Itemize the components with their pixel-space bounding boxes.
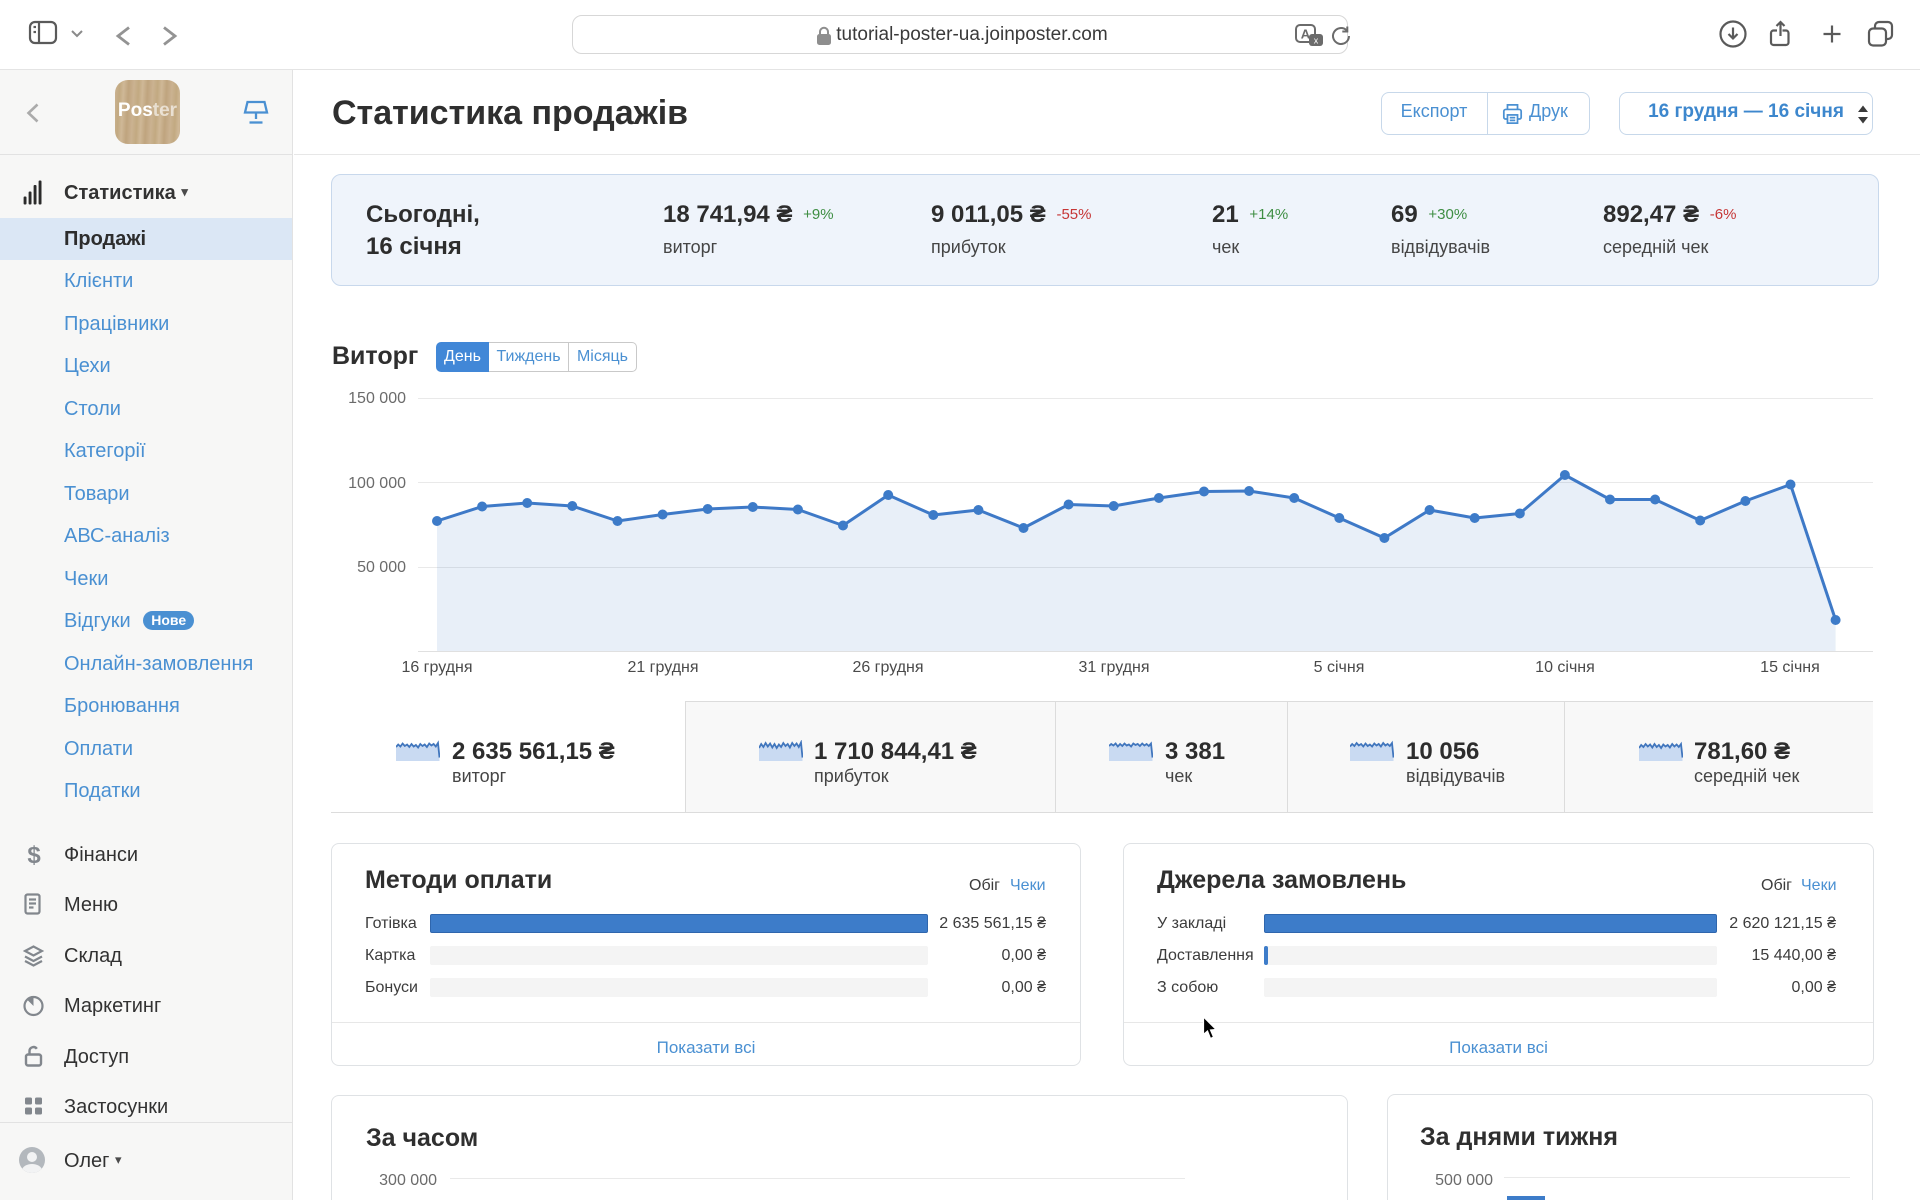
svg-text:x: x bbox=[1314, 36, 1319, 46]
